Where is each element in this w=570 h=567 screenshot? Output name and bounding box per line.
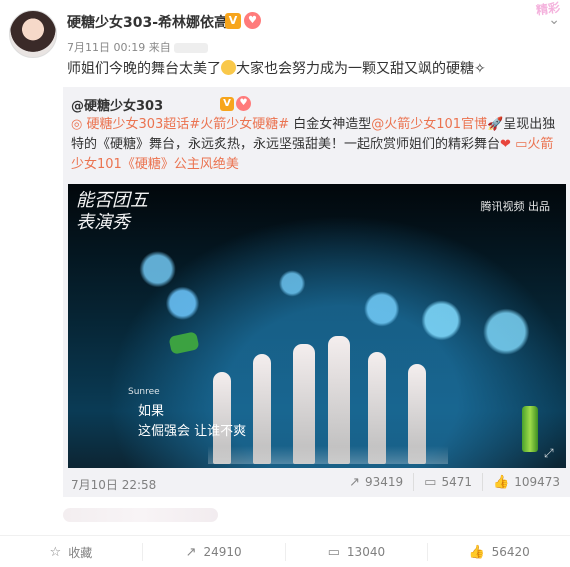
post-username[interactable]: 硬糖少女303-希林娜依高 (67, 12, 228, 32)
show-logo: 能否团五 表演秀 (76, 190, 148, 233)
supertopic-icon: ◎ (71, 117, 87, 132)
topic-link[interactable]: #火箭少女硬糖# (189, 117, 289, 132)
star-icon: ☆ (49, 544, 62, 560)
tencent-video-watermark: 腾讯视频 出品 (480, 200, 551, 213)
fan-badge-icon: ♥ (244, 12, 261, 29)
sparkle-icon: ✧ (474, 61, 486, 77)
share-icon: ↗ (349, 474, 360, 490)
repost-username[interactable]: @硬糖少女303 (71, 95, 163, 114)
action-bar: ☆ 收藏 ↗ 24910 ▭ 13040 👍 56420 (0, 535, 570, 567)
like-button[interactable]: 👍 56420 (427, 543, 570, 561)
repost-comments[interactable]: ▭ 5471 (413, 473, 482, 491)
repost-reposts[interactable]: ↗ 93419 (339, 473, 413, 491)
comment-icon: ▭ (424, 474, 437, 490)
rocket-icon: 🚀 (487, 117, 504, 132)
blurred-text (63, 508, 218, 522)
blurred-source (174, 43, 209, 53)
repost-stats: ↗ 93419 ▭ 5471 👍 109473 (339, 471, 570, 493)
reposted-content: @硬糖少女303 V ♥ ◎ 硬糖少女303超话#火箭少女硬糖# 白金女神造型@… (63, 87, 570, 497)
repost-likes[interactable]: 👍 109473 (482, 473, 570, 491)
repost-text: ◎ 硬糖少女303超话#火箭少女硬糖# 白金女神造型@火箭少女101官博🚀呈现出… (71, 117, 556, 172)
share-icon: ↗ (185, 544, 197, 560)
post-text: 师姐们今晚的舞台太美了 大家也会努力成为一颗又甜又飒的硬糖✧ (67, 60, 486, 77)
heart-icon: ❤ (500, 137, 511, 152)
smile-emoji-icon (221, 60, 236, 75)
supertopic-link[interactable]: 硬糖少女303超话 (86, 117, 189, 132)
expand-icon[interactable]: ⤢ (544, 446, 558, 460)
dancers (208, 324, 448, 464)
sprite-bottle (522, 406, 538, 452)
repost-button[interactable]: ↗ 24910 (141, 543, 285, 561)
brand-watermark: Sunree (128, 387, 160, 397)
chevron-down-icon[interactable]: ⌄ (548, 12, 560, 28)
video-player[interactable]: 能否团五 表演秀 腾讯视频 出品 Sunree 如果 这倔强会 让谁不爽 ⤢ (68, 184, 566, 468)
verified-icon: V (220, 97, 234, 111)
post-time[interactable]: 7月11日 00:19 来自 (67, 41, 171, 54)
verified-icon: V (225, 13, 241, 29)
video-subtitle: 如果 这倔强会 让谁不爽 (138, 404, 247, 439)
collect-button[interactable]: ☆ 收藏 (0, 543, 142, 561)
comment-icon: ▭ (327, 544, 340, 560)
avatar[interactable] (9, 10, 57, 58)
comment-button[interactable]: ▭ 13040 (284, 543, 428, 561)
fan-badge-icon: ♥ (236, 96, 251, 111)
weibo-post: 硬糖少女303-希林娜依高 V ♥ 7月11日 00:19 来自 精彩 ⌄ 师姐… (0, 0, 570, 567)
post-meta: 7月11日 00:19 来自 (67, 39, 209, 55)
thumbs-up-icon: 👍 (493, 474, 510, 490)
mention-link[interactable]: @火箭少女101官博 (371, 117, 487, 132)
thumbs-up-icon: 👍 (468, 544, 485, 560)
repost-date[interactable]: 7月10日 22:58 (71, 476, 156, 493)
video-link-icon: ▭ (515, 137, 528, 152)
